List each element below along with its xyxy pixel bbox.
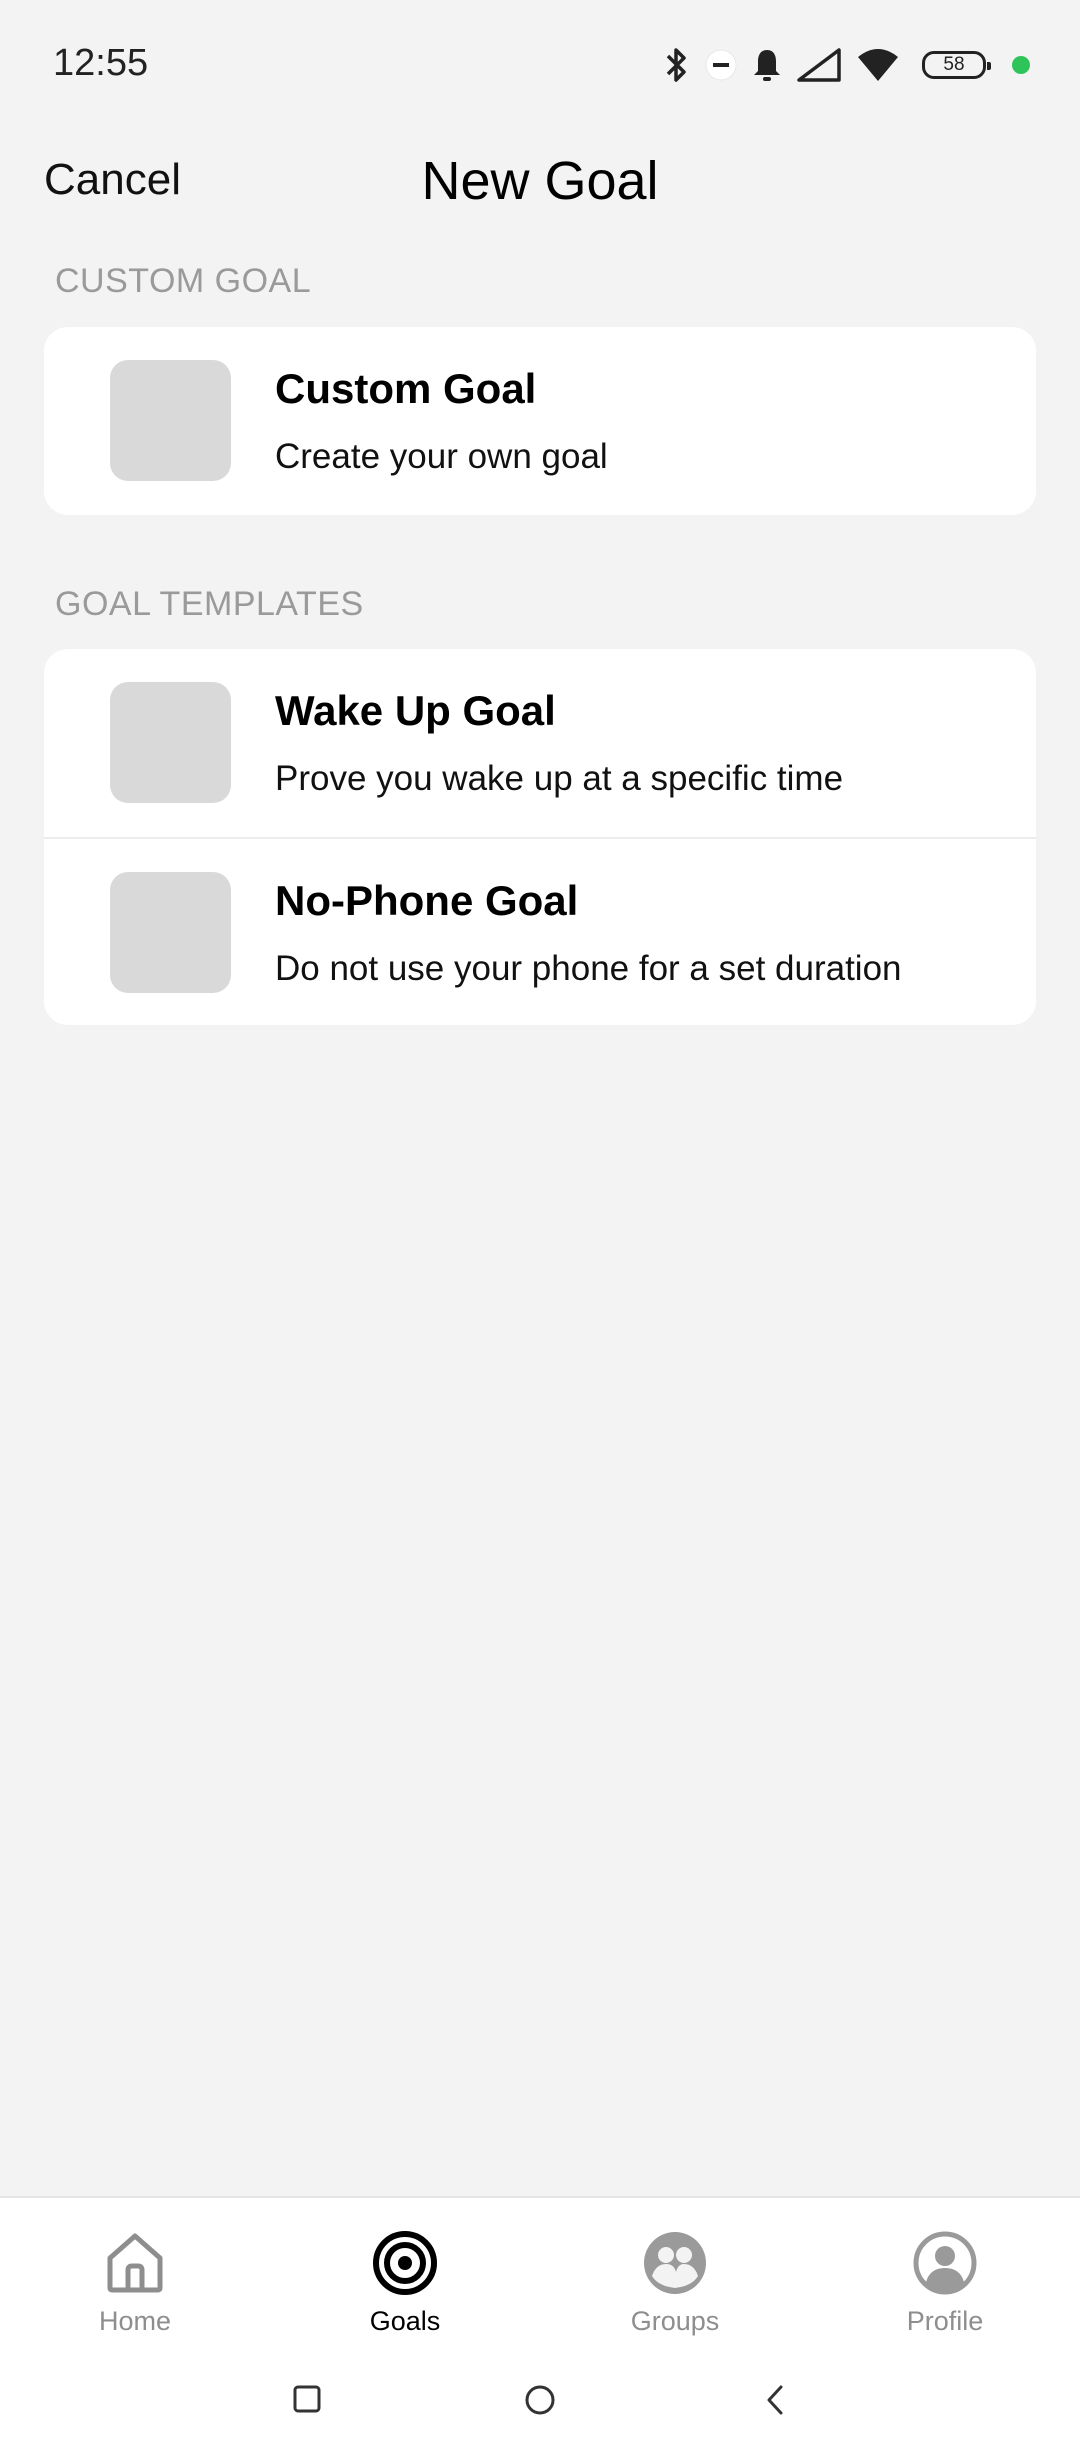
- nav-label: Goals: [369, 2306, 441, 2336]
- nav-item-home[interactable]: Home: [0, 2198, 270, 2356]
- goal-templates-card: Wake Up Goal Prove you wake up at a spec…: [44, 649, 1036, 1025]
- goal-option-title: No-Phone Goal: [275, 877, 579, 924]
- nav-item-goals[interactable]: Goals: [270, 2198, 540, 2356]
- dnd-icon: [704, 48, 738, 82]
- back-button-icon[interactable]: [764, 2384, 786, 2416]
- section-label-custom-goal: CUSTOM GOAL: [55, 262, 312, 300]
- nav-item-groups[interactable]: Groups: [540, 2198, 810, 2356]
- goal-option-title: Custom Goal: [275, 365, 537, 412]
- status-time: 12:55: [53, 42, 149, 84]
- section-label-goal-templates: GOAL TEMPLATES: [55, 585, 364, 623]
- goal-thumbnail: [110, 360, 231, 481]
- goal-option-subtitle: Prove you wake up at a specific time: [275, 759, 844, 798]
- home-button-icon[interactable]: [524, 2384, 556, 2416]
- nav-label: Profile: [906, 2306, 984, 2336]
- privacy-indicator-dot: [1012, 56, 1030, 74]
- cancel-button[interactable]: Cancel: [44, 155, 181, 205]
- bell-icon: [752, 47, 782, 83]
- battery-icon: 58: [922, 51, 991, 79]
- custom-goal-card: Custom Goal Create your own goal: [44, 327, 1036, 515]
- target-icon: [373, 2231, 437, 2295]
- goal-option-no-phone[interactable]: No-Phone Goal Do not use your phone for …: [44, 837, 1036, 1025]
- status-icons: 58: [664, 38, 1030, 92]
- system-nav-bar: [0, 2356, 1080, 2460]
- signal-icon: [796, 47, 842, 83]
- groups-icon: [644, 2232, 706, 2294]
- bluetooth-icon: [664, 46, 690, 84]
- nav-label: Home: [98, 2306, 172, 2336]
- goal-thumbnail: [110, 682, 231, 803]
- nav-label: Groups: [630, 2306, 720, 2336]
- status-bar: 12:55 58: [0, 0, 1080, 130]
- goal-thumbnail: [110, 872, 231, 993]
- home-icon: [107, 2233, 163, 2293]
- nav-item-profile[interactable]: Profile: [810, 2198, 1080, 2356]
- wifi-icon: [856, 47, 900, 83]
- goal-option-custom[interactable]: Custom Goal Create your own goal: [44, 327, 1036, 515]
- goal-option-subtitle: Create your own goal: [275, 437, 608, 476]
- goal-option-wake-up[interactable]: Wake Up Goal Prove you wake up at a spec…: [44, 649, 1036, 837]
- bottom-nav: Home Goals Groups Profile: [0, 2196, 1080, 2356]
- recents-button-icon[interactable]: [292, 2384, 322, 2414]
- goal-option-title: Wake Up Goal: [275, 687, 556, 734]
- profile-icon: [913, 2231, 977, 2295]
- goal-option-subtitle: Do not use your phone for a set duration: [275, 949, 902, 988]
